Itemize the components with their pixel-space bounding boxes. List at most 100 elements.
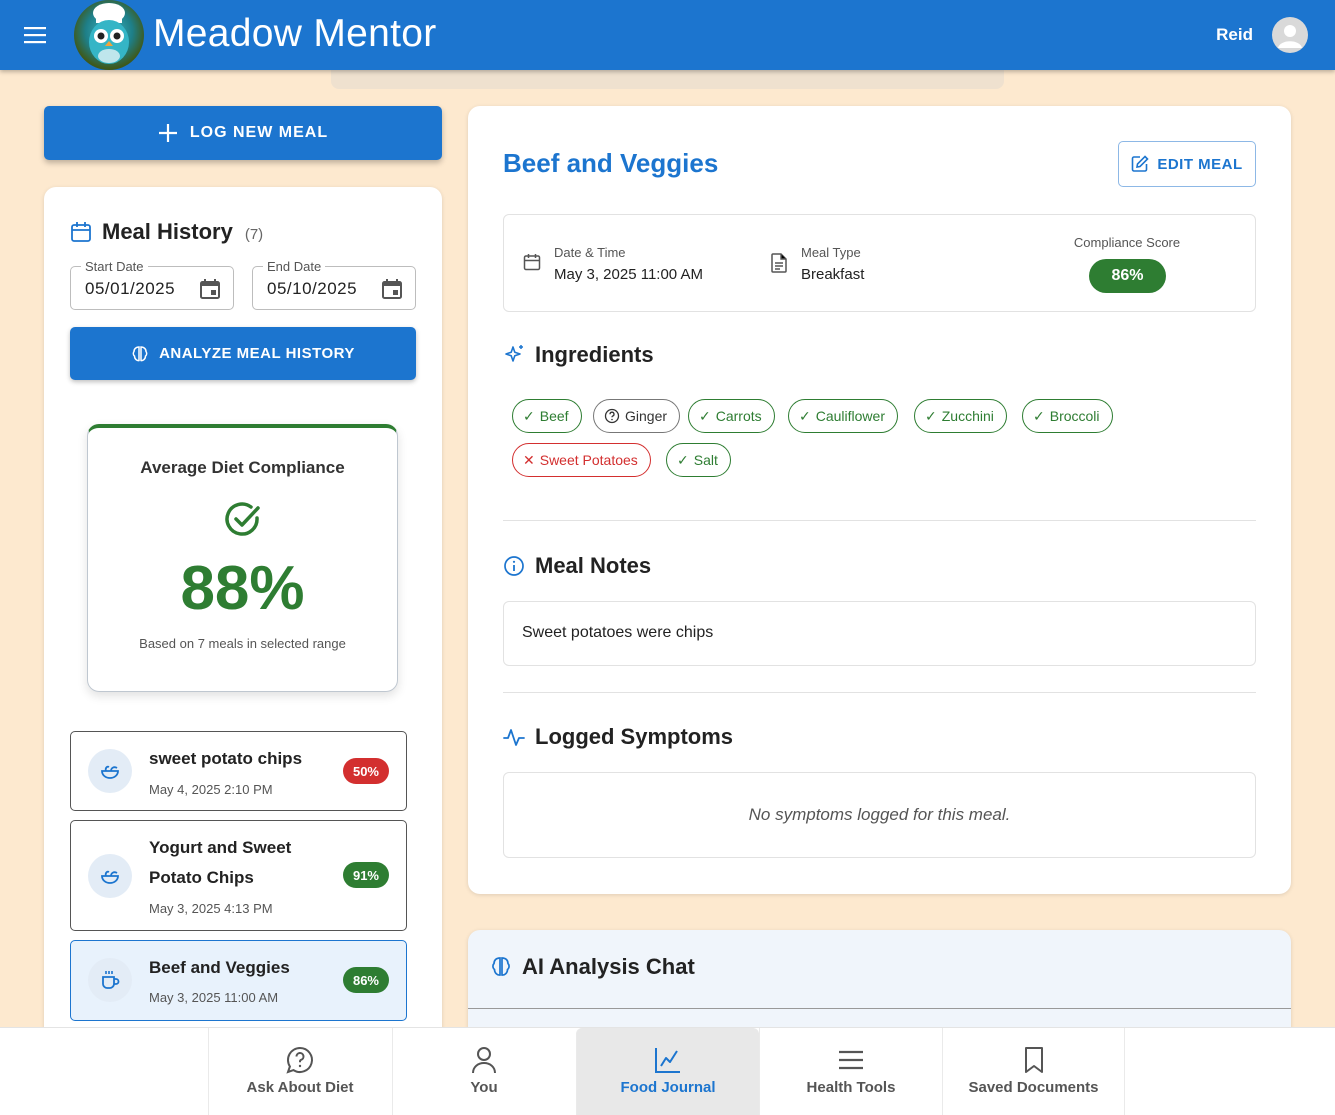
bottom-navigation: Ask About Diet You Food Journal Health T… <box>0 1027 1335 1115</box>
average-compliance-subtitle: Based on 7 meals in selected range <box>139 636 346 651</box>
brain-icon <box>492 957 510 976</box>
meal-name: Beef and Veggies <box>149 958 290 977</box>
edit-meal-label: EDIT MEAL <box>1157 155 1243 173</box>
analyze-meal-history-label: ANALYZE MEAL HISTORY <box>159 345 355 362</box>
meal-score-badge: 50% <box>342 758 389 784</box>
nav-ask-about-diet[interactable]: Ask About Diet <box>208 1028 391 1115</box>
owl-chef-logo <box>74 0 144 70</box>
salad-bowl-icon <box>88 749 132 793</box>
bookmark-icon <box>1024 1047 1043 1073</box>
user-avatar-button[interactable] <box>1272 17 1308 53</box>
ingredient-chip[interactable]: ✓ Salt <box>666 443 731 477</box>
question-bubble-icon <box>286 1046 313 1074</box>
meal-notes-title: Meal Notes <box>535 553 652 578</box>
salad-bowl-icon <box>88 854 132 898</box>
ingredient-chip[interactable]: Ginger <box>593 399 681 433</box>
ingredient-chip[interactable]: ✓ Zucchini <box>914 399 1007 433</box>
ingredient-name: Sweet Potatoes <box>539 452 638 468</box>
person-avatar-icon <box>1278 25 1302 48</box>
menu-button[interactable] <box>18 17 52 53</box>
ingredient-chip[interactable]: ✓ Broccoli <box>1022 399 1113 433</box>
meal-notes-header: Meal Notes <box>503 553 651 579</box>
log-new-meal-button[interactable]: LOG NEW MEAL <box>44 106 442 160</box>
line-chart-icon <box>655 1048 680 1073</box>
ingredients-header: Ingredients <box>503 342 654 368</box>
ingredient-chip[interactable]: ✓ Carrots <box>688 399 775 433</box>
average-compliance-title: Average Diet Compliance <box>140 458 345 477</box>
nav-label: Food Journal <box>620 1079 716 1096</box>
section-divider <box>503 520 1256 521</box>
nav-food-journal[interactable]: Food Journal <box>576 1028 759 1115</box>
calendar-picker-icon <box>382 279 402 299</box>
check-icon: ✓ <box>523 407 535 424</box>
ingredient-chip[interactable]: ✓ Beef <box>512 399 582 433</box>
ai-chat-header: AI Analysis Chat <box>490 954 695 980</box>
meal-detail-panel: Beef and Veggies EDIT MEAL Date & Time M… <box>468 106 1291 894</box>
symptoms-empty-message: No symptoms logged for this meal. <box>503 772 1256 858</box>
analyze-meal-history-button[interactable]: ANALYZE MEAL HISTORY <box>70 327 416 380</box>
average-compliance-card: Average Diet Compliance 88% Based on 7 m… <box>87 424 398 692</box>
ingredient-name: Beef <box>539 408 569 424</box>
ingredient-chip[interactable]: ✕ Sweet Potatoes <box>512 443 651 477</box>
nav-you[interactable]: You <box>392 1028 575 1115</box>
nav-label: You <box>470 1079 498 1096</box>
edit-meal-button[interactable]: EDIT MEAL <box>1118 141 1256 187</box>
end-date-picker-button[interactable] <box>373 271 411 307</box>
meal-list-item-selected[interactable]: Beef and Veggies May 3, 2025 11:00 AM 86… <box>70 940 407 1021</box>
ingredient-name: Zucchini <box>941 408 994 424</box>
ingredient-name: Salt <box>693 452 718 468</box>
meal-type-label: Meal Type <box>801 245 861 260</box>
end-date-field[interactable]: End Date 05/10/2025 <box>252 259 416 310</box>
calendar-icon <box>71 222 91 242</box>
start-date-field[interactable]: Start Date 05/01/2025 <box>70 259 234 310</box>
sparkles-icon <box>505 345 523 362</box>
meal-history-count: (7) <box>244 225 264 243</box>
meal-date: May 3, 2025 11:00 AM <box>149 990 279 1005</box>
meal-detail-title: Beef and Veggies <box>503 148 719 178</box>
start-date-picker-button[interactable] <box>191 271 229 307</box>
meal-score-badge: 86% <box>342 967 389 993</box>
app-bar: Meadow Mentor Reid <box>0 0 1335 70</box>
brain-icon <box>132 345 148 361</box>
ingredient-name: Broccoli <box>1049 408 1100 424</box>
question-circle-icon <box>604 408 620 424</box>
info-circle-icon <box>504 556 524 576</box>
meal-type-value: Breakfast <box>801 266 865 283</box>
nav-label: Health Tools <box>806 1079 896 1096</box>
check-circle-icon <box>225 502 260 536</box>
nav-label: Ask About Diet <box>246 1079 354 1096</box>
ingredient-chip[interactable]: ✓ Cauliflower <box>788 399 898 433</box>
ingredient-name: Carrots <box>715 408 762 424</box>
calendar-picker-icon <box>200 279 220 299</box>
meal-history-title: Meal History <box>102 219 233 244</box>
log-new-meal-label: LOG NEW MEAL <box>189 124 329 141</box>
check-icon: ✓ <box>925 407 937 424</box>
meal-name: Yogurt and Sweet Potato Chips <box>149 838 292 887</box>
compliance-score-badge: 86% <box>1089 259 1166 293</box>
average-compliance-value: 88% <box>180 554 305 623</box>
list-lines-icon <box>839 1050 863 1070</box>
app-title: Meadow Mentor <box>153 12 437 55</box>
meal-list-item[interactable]: Yogurt and Sweet Potato Chips May 3, 202… <box>70 820 407 931</box>
check-icon: ✓ <box>799 407 811 424</box>
nav-health-tools[interactable]: Health Tools <box>759 1028 942 1115</box>
person-icon <box>472 1047 496 1074</box>
nav-label: Saved Documents <box>968 1079 1099 1096</box>
calendar-icon <box>523 254 541 271</box>
meal-notes-text: Sweet potatoes were chips <box>503 601 1256 666</box>
chat-divider <box>468 1008 1291 1009</box>
check-icon: ✓ <box>677 451 689 468</box>
nav-saved-documents[interactable]: Saved Documents <box>942 1028 1125 1115</box>
check-icon: ✓ <box>1033 407 1045 424</box>
coffee-cup-icon <box>88 958 132 1002</box>
compliance-score-label: Compliance Score <box>1073 235 1181 250</box>
section-divider <box>503 692 1256 693</box>
logged-symptoms-title: Logged Symptoms <box>535 724 734 749</box>
meal-list-item[interactable]: sweet potato chips May 4, 2025 2:10 PM 5… <box>70 731 407 811</box>
end-date-value: 05/10/2025 <box>267 279 358 298</box>
document-icon <box>771 253 787 273</box>
meal-score-badge: 91% <box>342 862 389 888</box>
logged-symptoms-header: Logged Symptoms <box>503 724 733 750</box>
user-name: Reid <box>1216 25 1253 44</box>
edit-pencil-icon <box>1132 155 1149 172</box>
